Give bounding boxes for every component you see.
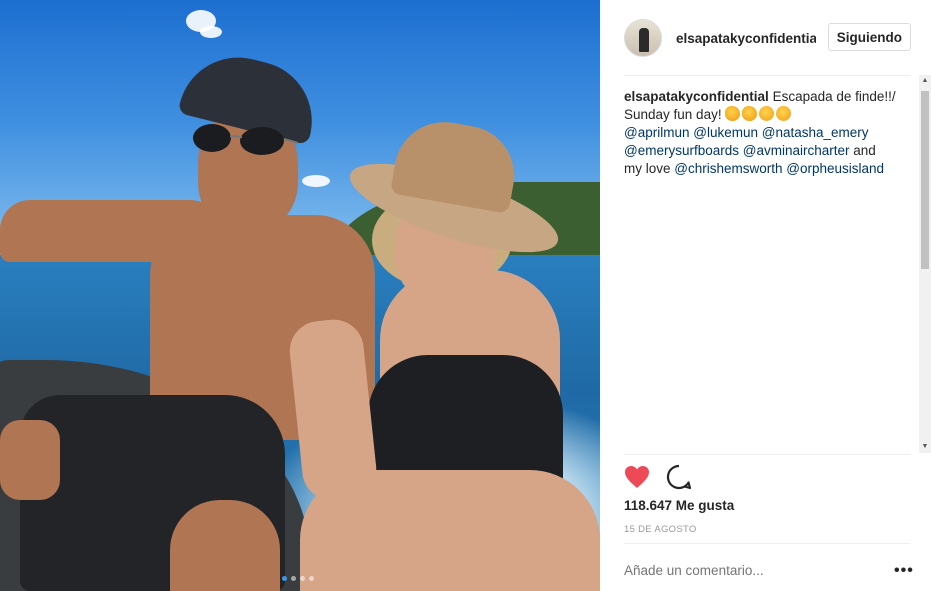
- photo-man-knee: [0, 420, 60, 500]
- carousel-dot: [282, 576, 287, 581]
- heart-icon[interactable]: [624, 464, 650, 490]
- caption-owner-link[interactable]: elsapatakyconfidential: [624, 89, 769, 104]
- mention-link[interactable]: @emerysurfboards: [624, 143, 739, 158]
- carousel-dot: [300, 576, 305, 581]
- kissing-face-icon: [759, 106, 775, 121]
- carousel-indicator: [282, 576, 314, 581]
- actions-divider: [624, 454, 911, 455]
- username-link[interactable]: elsapatakyconfidential: [676, 31, 816, 46]
- avatar[interactable]: [624, 19, 662, 57]
- clapping-hands-icon: [742, 106, 758, 121]
- mention-link[interactable]: @natasha_emery: [762, 125, 869, 140]
- kissing-face-icon: [776, 106, 792, 121]
- caption-text: and: [853, 143, 876, 158]
- mention-link[interactable]: @chrishemsworth: [674, 161, 782, 176]
- photo-cloud: [200, 26, 222, 38]
- comment-input[interactable]: [624, 563, 874, 578]
- carousel-dot: [309, 576, 314, 581]
- like-count[interactable]: 118.647 Me gusta: [624, 498, 734, 513]
- post-actions: [624, 464, 692, 490]
- photo-cloud: [302, 175, 330, 187]
- post-date: 15 DE AGOSTO: [624, 524, 697, 535]
- mention-link[interactable]: @lukemun: [693, 125, 758, 140]
- scrollbar-thumb[interactable]: [921, 91, 929, 269]
- mention-link[interactable]: @avminaircharter: [743, 143, 850, 158]
- comment-divider: [624, 543, 911, 544]
- clapping-hands-icon: [725, 106, 741, 121]
- post-header: elsapatakyconfidential Siguiendo: [624, 14, 912, 62]
- header-divider: [624, 75, 911, 76]
- more-options-icon[interactable]: •••: [894, 562, 914, 580]
- scroll-up-icon[interactable]: ▲: [919, 75, 931, 87]
- photo-man-leg: [170, 500, 280, 591]
- scroll-down-icon[interactable]: ▼: [919, 441, 931, 453]
- carousel-dot: [291, 576, 296, 581]
- post-caption: elsapatakyconfidential Escapada de finde…: [624, 88, 906, 178]
- mention-link[interactable]: @orpheusisland: [786, 161, 884, 176]
- post-photo[interactable]: [0, 0, 600, 591]
- post-sidebar: elsapatakyconfidential Siguiendo elsapat…: [600, 0, 931, 591]
- comments-scrollbar[interactable]: ▲ ▼: [919, 75, 931, 453]
- caption-text: my love: [624, 161, 671, 176]
- photo-woman-leg: [300, 470, 600, 591]
- mention-link[interactable]: @aprilmun: [624, 125, 689, 140]
- photo-sunglasses: [193, 124, 299, 155]
- comment-icon[interactable]: [666, 464, 692, 490]
- following-button[interactable]: Siguiendo: [827, 23, 911, 51]
